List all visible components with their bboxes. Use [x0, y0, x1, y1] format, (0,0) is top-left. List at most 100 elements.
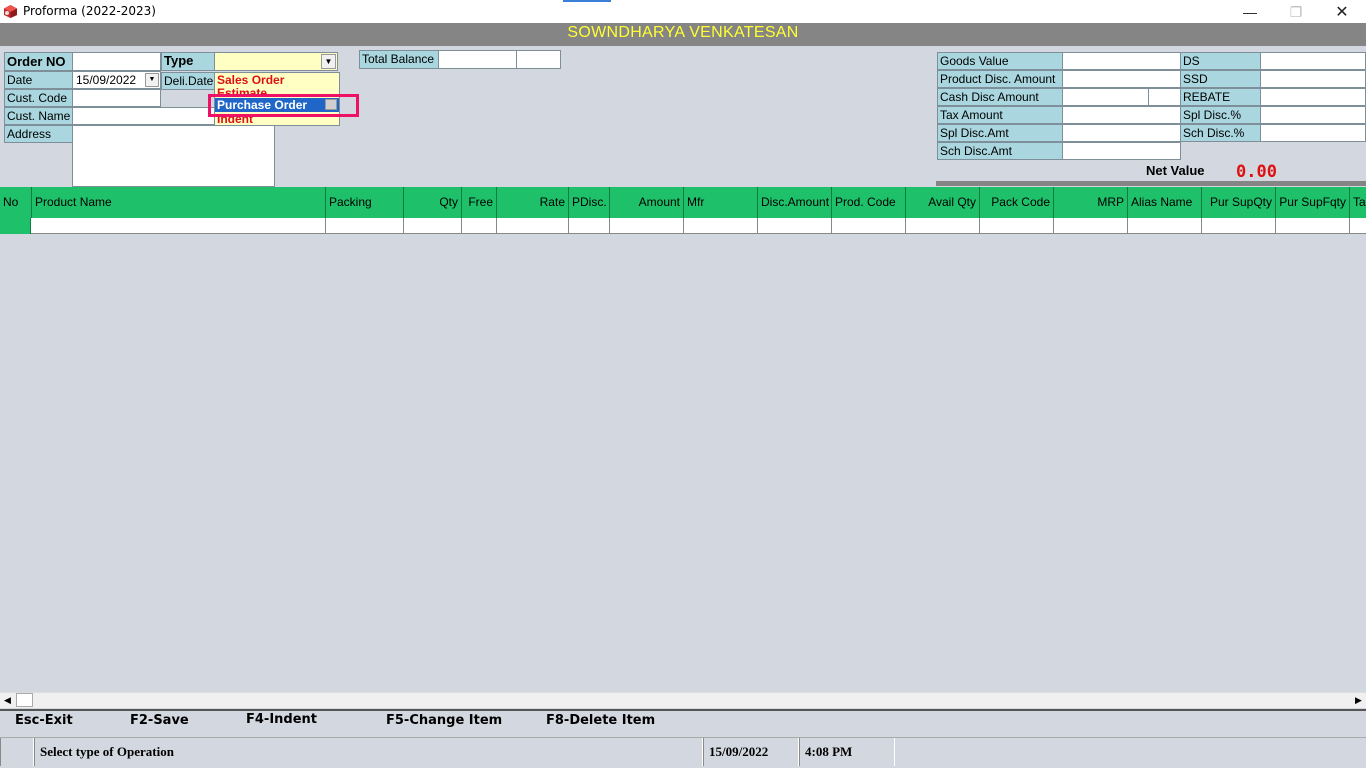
- cust-name-input[interactable]: [72, 107, 215, 125]
- table-cell[interactable]: [832, 218, 906, 234]
- column-header-packing[interactable]: Packing: [326, 187, 404, 218]
- status-panel-blank: [0, 738, 34, 766]
- window-title: Proforma (2022-2023): [23, 4, 156, 18]
- table-cell[interactable]: [404, 218, 462, 234]
- scroll-left-icon[interactable]: ◀: [0, 692, 15, 708]
- tax-amount-label: Tax Amount: [937, 106, 1063, 124]
- order-no-input[interactable]: [72, 52, 161, 71]
- sch-disc-amt-input[interactable]: [1062, 142, 1181, 160]
- type-option-estimate[interactable]: Estimate: [217, 87, 267, 94]
- date-picker[interactable]: 15/09/2022 ▼: [72, 71, 161, 89]
- cust-code-label: Cust. Code: [4, 89, 73, 107]
- horizontal-scrollbar[interactable]: [0, 692, 1366, 708]
- type-combobox[interactable]: ▼: [214, 52, 338, 71]
- column-header-avail-qty[interactable]: Avail Qty: [906, 187, 980, 218]
- focus-indicator: [563, 0, 611, 2]
- f8-delete-item-shortcut[interactable]: F8-Delete Item: [546, 713, 655, 728]
- f2-save-shortcut[interactable]: F2-Save: [130, 713, 189, 728]
- total-balance-label: Total Balance: [359, 50, 439, 69]
- column-header-ta[interactable]: Ta: [1350, 187, 1366, 218]
- total-balance-extra[interactable]: [516, 50, 561, 69]
- spl-disc-amt-label: Spl Disc.Amt: [937, 124, 1063, 142]
- column-header-free[interactable]: Free: [462, 187, 497, 218]
- column-header-pdisc[interactable]: PDisc.: [569, 187, 610, 218]
- column-header-disc-amount[interactable]: Disc.Amount: [758, 187, 832, 218]
- sch-disc-pct-label: Sch Disc.%: [1180, 124, 1261, 142]
- product-disc-label: Product Disc. Amount: [937, 70, 1063, 88]
- column-header-amount[interactable]: Amount: [610, 187, 684, 218]
- table-cell[interactable]: [1054, 218, 1128, 234]
- table-cell[interactable]: [569, 218, 610, 234]
- chevron-down-icon[interactable]: ▼: [145, 73, 159, 87]
- rebate-label: REBATE: [1180, 88, 1261, 106]
- shortcut-bar: [0, 709, 1366, 736]
- spl-disc-pct-input[interactable]: [1260, 106, 1366, 124]
- scroll-right-icon[interactable]: ▶: [1351, 692, 1366, 708]
- cash-disc-extra[interactable]: [1148, 88, 1181, 106]
- cash-disc-input[interactable]: [1062, 88, 1149, 106]
- product-disc-input[interactable]: [1062, 70, 1181, 88]
- column-header-pur-supqty[interactable]: Pur SupQty: [1202, 187, 1276, 218]
- column-header-prod-code[interactable]: Prod. Code: [832, 187, 906, 218]
- f5-change-item-shortcut[interactable]: F5-Change Item: [386, 713, 502, 728]
- status-time: 4:08 PM: [799, 738, 895, 766]
- column-header-mrp[interactable]: MRP: [1054, 187, 1128, 218]
- goods-value-input[interactable]: [1062, 52, 1181, 70]
- table-cell[interactable]: [980, 218, 1054, 234]
- sch-disc-pct-input[interactable]: [1260, 124, 1366, 142]
- deli-date-label: Deli.Date: [161, 72, 215, 90]
- ssd-label: SSD: [1180, 70, 1261, 88]
- company-name: SOWNDHARYA VENKATESAN: [567, 24, 799, 41]
- sch-disc-amt-label: Sch Disc.Amt: [937, 142, 1063, 160]
- tax-amount-input[interactable]: [1062, 106, 1181, 124]
- column-header-rate[interactable]: Rate: [497, 187, 569, 218]
- spl-disc-amt-input[interactable]: [1062, 124, 1181, 142]
- scroll-thumb[interactable]: [16, 693, 33, 707]
- table-cell[interactable]: [1202, 218, 1276, 234]
- cust-name-label: Cust. Name: [4, 107, 73, 125]
- table-cell[interactable]: [462, 218, 497, 234]
- table-cell[interactable]: [758, 218, 832, 234]
- column-header-pur-supfqty[interactable]: Pur SupFqty: [1276, 187, 1350, 218]
- row-indicator[interactable]: [0, 218, 31, 234]
- table-cell[interactable]: [684, 218, 758, 234]
- type-label: Type: [161, 52, 215, 71]
- spl-disc-pct-label: Spl Disc.%: [1180, 106, 1261, 124]
- total-balance-input[interactable]: [438, 50, 517, 69]
- table-cell[interactable]: [906, 218, 980, 234]
- net-value: 0.00: [1236, 162, 1277, 182]
- minimize-button[interactable]: —: [1227, 2, 1273, 22]
- cash-disc-label: Cash Disc Amount: [937, 88, 1063, 106]
- ds-input[interactable]: [1260, 52, 1366, 70]
- table-cell[interactable]: [610, 218, 684, 234]
- table-cell[interactable]: [1276, 218, 1350, 234]
- address-label: Address: [4, 125, 73, 143]
- esc-exit-shortcut[interactable]: Esc-Exit: [15, 713, 73, 728]
- maximize-button[interactable]: ❐: [1273, 2, 1319, 22]
- column-header-pack-code[interactable]: Pack Code: [980, 187, 1054, 218]
- goods-value-label: Goods Value: [937, 52, 1063, 70]
- f4-indent-shortcut[interactable]: F4-Indent: [246, 712, 317, 727]
- column-header-product-name[interactable]: Product Name: [32, 187, 326, 218]
- title-bar: [0, 0, 1366, 23]
- column-header-mfr[interactable]: Mfr: [684, 187, 758, 218]
- ds-label: DS: [1180, 52, 1261, 70]
- date-label: Date: [4, 71, 73, 89]
- table-cell[interactable]: [497, 218, 569, 234]
- cust-code-input[interactable]: [72, 89, 161, 107]
- ssd-input[interactable]: [1260, 70, 1366, 88]
- column-header-qty[interactable]: Qty: [404, 187, 462, 218]
- close-button[interactable]: ✕: [1319, 2, 1365, 22]
- rebate-input[interactable]: [1260, 88, 1366, 106]
- address-textarea[interactable]: [72, 125, 275, 187]
- column-header-alias-name[interactable]: Alias Name: [1128, 187, 1202, 218]
- table-cell[interactable]: [32, 218, 326, 234]
- net-value-label: Net Value: [1146, 163, 1205, 178]
- column-header-no[interactable]: No: [0, 187, 32, 218]
- table-cell[interactable]: [1128, 218, 1202, 234]
- chevron-down-icon[interactable]: ▼: [321, 54, 336, 69]
- net-value-divider: [936, 181, 1366, 186]
- order-no-label: Order NO: [4, 52, 73, 71]
- type-option-sales-order[interactable]: Sales Order: [217, 74, 284, 87]
- table-cell[interactable]: [326, 218, 404, 234]
